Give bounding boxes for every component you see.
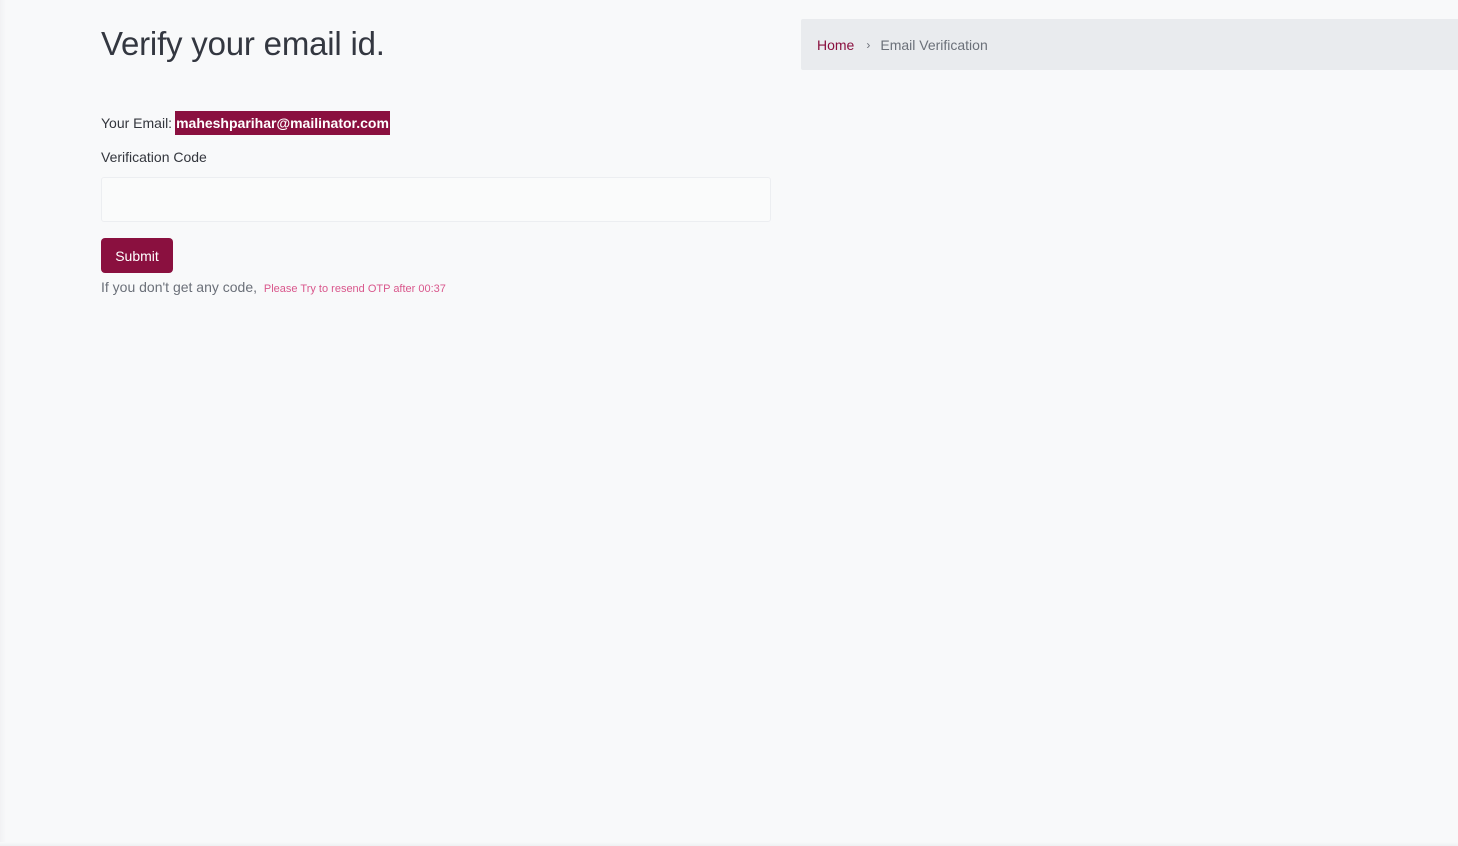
breadcrumb: Home › Email Verification	[801, 19, 1458, 70]
page-title: Verify your email id.	[101, 25, 385, 62]
submit-button[interactable]: Submit	[101, 238, 173, 273]
resend-message: If you don't get any code, Please Try to…	[101, 278, 446, 298]
breadcrumb-current: Email Verification	[880, 36, 988, 53]
resend-prompt: If you don't get any code,	[101, 279, 258, 295]
chevron-right-icon: ›	[866, 37, 871, 52]
resend-otp-timer: Please Try to resend OTP after 00:37	[263, 283, 446, 295]
email-display: Your Email: maheshparihar@mailinator.com	[101, 111, 390, 135]
page-bottom-edge	[0, 842, 1458, 846]
verification-code-label: Verification Code	[101, 149, 207, 165]
page-left-edge	[0, 0, 6, 846]
verification-code-input[interactable]	[101, 177, 771, 222]
breadcrumb-home-link[interactable]: Home	[817, 37, 854, 53]
email-label: Your Email:	[101, 115, 173, 131]
email-value: maheshparihar@mailinator.com	[175, 111, 390, 135]
